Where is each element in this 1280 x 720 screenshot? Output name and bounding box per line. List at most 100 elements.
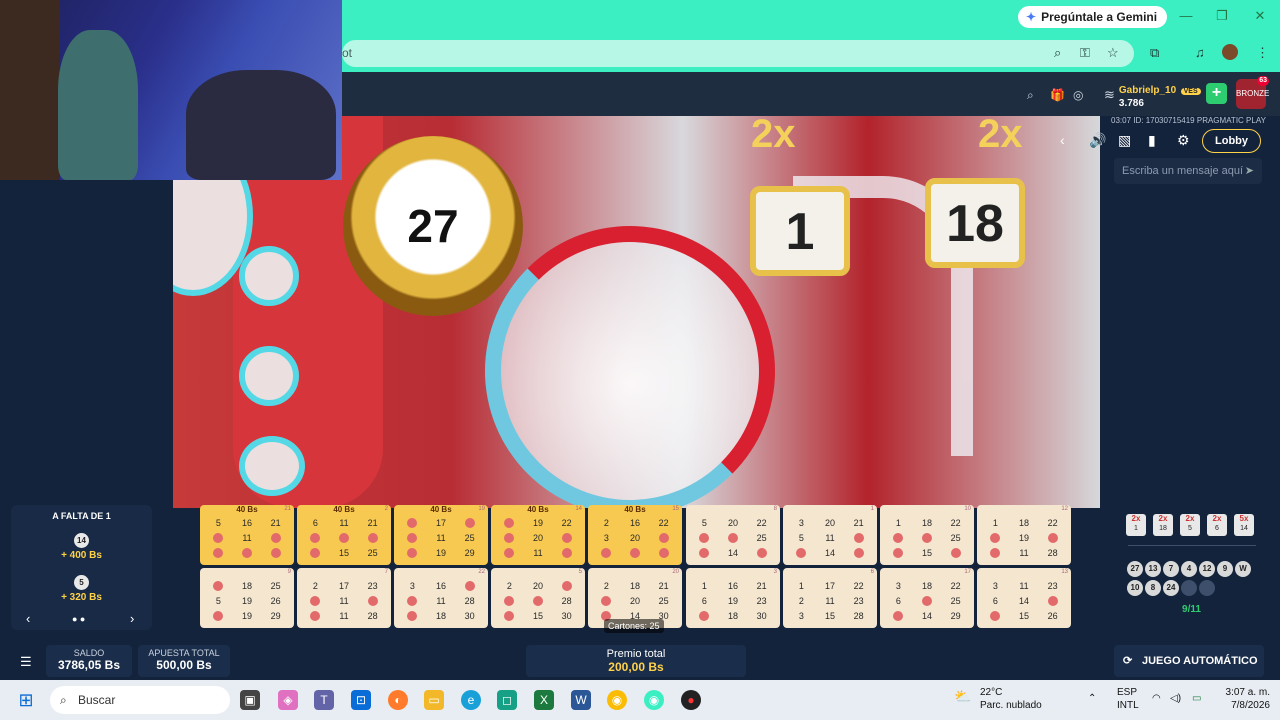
menu-icon[interactable]: ⋮ [1256,45,1269,61]
edge-icon[interactable]: e [461,690,481,710]
gift-icon[interactable]: 🎁 [1050,88,1065,102]
copilot-icon[interactable]: ◈ [278,690,298,710]
clock[interactable]: 3:07 a. m. 7/8/2026 [1220,686,1270,712]
card-number: 23 [756,596,767,606]
card-id: 12 [1061,506,1068,512]
multiplier-value: 2x [1212,514,1222,523]
media-icon[interactable]: ♫ [1195,45,1205,60]
restore-icon[interactable]: ❐ [1212,8,1232,24]
bingo-card[interactable]: 5 2 20 28 15 30 [491,568,585,628]
bingo-card[interactable]: 10 1 18 22 25 15 [880,505,974,565]
chrome-icon[interactable]: ◉ [607,690,627,710]
card-grid: 18 25 5 19 26 19 29 [204,581,290,622]
task-view-icon[interactable]: ▣ [240,690,260,710]
app-icon[interactable]: ◻ [497,690,517,710]
bingo-card[interactable]: 14 40 Bs 19 22 20 11 [491,505,585,565]
bingo-card[interactable]: 13 3 11 23 6 14 15 26 [977,568,1071,628]
chat-icon[interactable]: ▮ [1148,132,1156,149]
auto-play-button[interactable]: ⟳ JUEGO AUTOMÁTICO [1114,645,1264,677]
bingo-card[interactable]: 19 40 Bs 17 11 25 19 29 [394,505,488,565]
wallet[interactable]: ≋ Gabrielp_10 VES 3.786 [1104,80,1201,109]
chat-input[interactable]: Escriba un mensaje aquí ➤ [1114,158,1262,184]
close-icon[interactable]: ✕ [1250,8,1270,24]
stats-icon[interactable]: ▧ [1118,132,1131,149]
bingo-card[interactable]: 22 3 16 11 28 18 30 [394,568,488,628]
teams-icon[interactable]: T [314,690,334,710]
bingo-card[interactable]: 3 1 16 21 6 19 23 18 30 [686,568,780,628]
bingo-card[interactable]: 8 5 20 22 25 14 [686,505,780,565]
support-icon[interactable]: ◎ [1073,88,1083,102]
store-icon[interactable]: ⊡ [351,690,371,710]
marked-dot [407,518,418,528]
obs-icon[interactable]: ● [681,690,701,710]
weather[interactable]: ⛅ 22°C Parc. nublado [954,686,1042,712]
search-icon[interactable]: ⌕ [1027,88,1034,103]
card-number: 2 [798,596,804,606]
card-grid: 6 11 21 15 25 [301,518,387,559]
windows-start-icon[interactable]: ⊞ [16,690,36,710]
card-grid: 2 17 23 11 11 28 [301,581,387,622]
deposit-button[interactable]: + [1206,83,1227,104]
card-number: 25 [464,533,475,543]
battery-icon[interactable]: ▭ [1192,692,1201,705]
minimize-icon[interactable]: — [1176,8,1196,23]
multiplier-box: 2x 18 [1153,514,1173,536]
card-id: 20 [672,569,679,575]
card-number: 29 [464,548,475,558]
excel-icon[interactable]: X [534,690,554,710]
bingo-card[interactable]: 9 18 25 5 19 26 19 29 [200,568,294,628]
card-mark [787,548,816,559]
card-number: 23 [853,596,864,606]
bingo-card[interactable]: 12 1 18 22 19 11 28 [977,505,1071,565]
card-mark [398,518,427,529]
settings-icon[interactable]: ⚙ [1177,132,1190,149]
profile-avatar[interactable] [1222,44,1238,60]
tray-expand-icon[interactable]: ⌃ [1088,692,1096,705]
card-number: 11 [339,611,349,621]
level-avatar[interactable]: BRONZE 63 [1236,76,1269,109]
marked-dot [504,518,515,528]
history-icon[interactable]: ☰ [20,654,32,670]
firefox-icon[interactable]: ◐ [388,690,408,710]
send-icon[interactable]: ➤ [1245,158,1254,184]
drawn-ball [1199,580,1215,596]
stage-light [239,346,299,406]
bingo-card[interactable]: 7 2 17 23 11 11 28 [297,568,391,628]
lobby-button[interactable]: Lobby [1202,129,1261,153]
bingo-card[interactable]: 1 3 20 21 5 11 14 [783,505,877,565]
ticker-prev-icon[interactable]: ‹ [26,611,30,626]
star-icon[interactable]: ☆ [1107,45,1119,61]
card-number: 22 [853,581,864,591]
bingo-card[interactable]: 21 40 Bs 5 16 21 11 [200,505,294,565]
marked-dot [561,581,572,591]
bingo-card[interactable]: 6 1 17 22 2 11 23 3 15 28 [783,568,877,628]
bingo-card[interactable]: 15 40 Bs 2 16 22 3 20 [588,505,682,565]
address-bar[interactable]: ot [342,40,1134,67]
chrome-active-icon[interactable]: ◉ [644,690,664,710]
zoom-icon[interactable]: ⌕ [1054,45,1061,61]
key-icon[interactable]: ⚿ [1080,45,1090,61]
taskbar-search-placeholder: Buscar [78,693,116,707]
word-icon[interactable]: W [571,690,591,710]
bingo-card[interactable]: 2 40 Bs 6 11 21 15 25 [297,505,391,565]
card-number: 3 [895,581,901,591]
wifi-icon[interactable]: ◠ [1152,692,1161,705]
bingo-card[interactable]: 17 3 18 22 6 25 14 29 [880,568,974,628]
collapse-icon[interactable]: ‹ [1060,132,1065,148]
language-indicator[interactable]: ESP INTL [1117,686,1139,712]
extensions-icon[interactable]: ⧉ [1150,45,1159,61]
currency-badge: VES [1180,88,1201,95]
file-explorer-icon[interactable]: ▭ [424,690,444,710]
card-number: 2 [603,581,609,591]
card-number: 18 [1018,518,1029,528]
gemini-button[interactable]: ✦ Pregúntale a Gemini [1018,6,1168,28]
card-number: 15 [532,611,543,621]
volume-icon[interactable]: ◁) [1170,692,1181,705]
volume-icon[interactable]: 🔊 [1089,132,1106,149]
card-number: 19 [1018,533,1029,543]
card-mark [649,548,678,559]
card-mark [884,548,913,559]
taskbar-search[interactable]: ⌕ Buscar [50,686,230,714]
ticker-ball: 14 [74,533,89,548]
ticker-next-icon[interactable]: › [130,611,134,626]
